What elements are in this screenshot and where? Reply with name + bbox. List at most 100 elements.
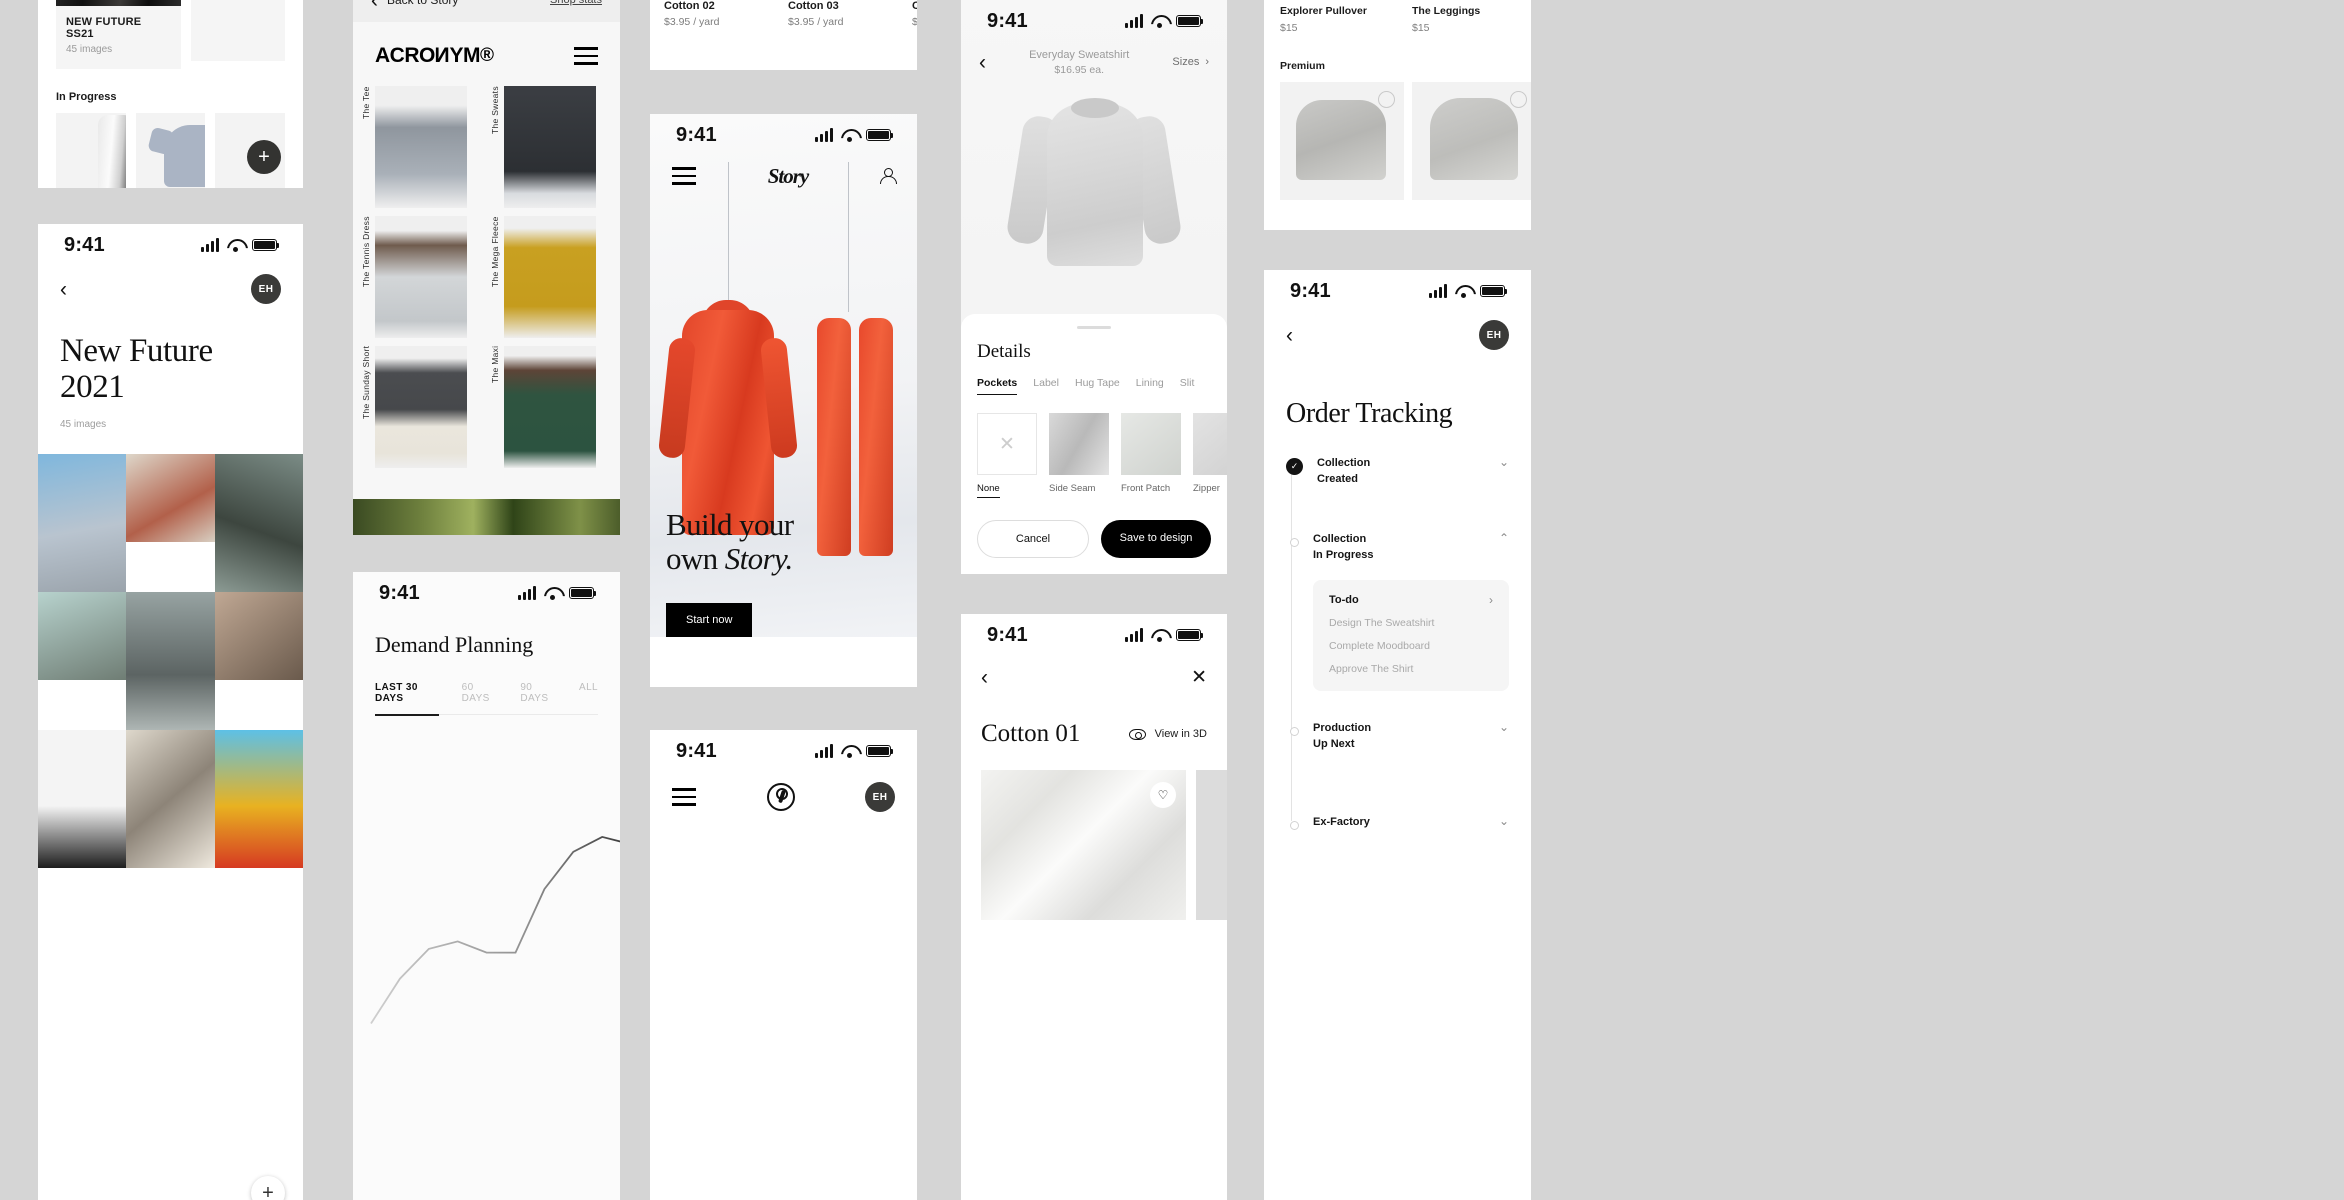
chevron-right-icon[interactable]: › <box>1489 594 1493 606</box>
start-now-button[interactable]: Start now <box>666 603 753 637</box>
tab-all[interactable]: ALL <box>579 682 598 714</box>
fabric-card[interactable]: Cotton 03 $3.95 / yard <box>788 0 898 28</box>
add-item-fab[interactable]: + <box>247 140 281 174</box>
product-label: The Sunday Short <box>361 346 371 420</box>
select-circle-icon[interactable] <box>1378 91 1395 108</box>
cotton-header: Cotton 01 View in 3D <box>961 698 1227 748</box>
step-status: Up Next <box>1313 737 1355 750</box>
catalog-card[interactable]: Explorer Pullover $15 <box>1280 0 1404 34</box>
account-icon[interactable] <box>879 168 897 184</box>
step-pending-icon <box>1290 726 1299 736</box>
moodboard-photo[interactable] <box>214 592 303 681</box>
todo-card[interactable]: To-do › Design The Sweatshirt Complete M… <box>1313 579 1509 691</box>
avatar[interactable]: EH <box>865 782 895 812</box>
chevron-down-icon[interactable]: ⌄ <box>1499 815 1509 827</box>
back-icon[interactable]: ‹ <box>1286 325 1293 346</box>
tab-hug-tape[interactable]: Hug Tape <box>1075 377 1120 395</box>
catalog-card[interactable]: The Leggings $15 <box>1412 0 1531 34</box>
view-in-3d-button[interactable]: View in 3D <box>1128 728 1207 740</box>
todo-item[interactable]: Approve The Shirt <box>1329 663 1493 675</box>
product-cell[interactable]: The Sunday Short <box>361 346 482 468</box>
status-time: 9:41 <box>1290 279 1331 302</box>
fabric-photo[interactable]: ♡ <box>981 770 1186 920</box>
order-step-collection-in-progress[interactable]: Collection In Progress ⌃ To-do › Design … <box>1286 532 1509 691</box>
cancel-button[interactable]: Cancel <box>977 520 1089 558</box>
product-tile-tee[interactable] <box>135 113 206 188</box>
new-board-button[interactable]: + New board <box>191 0 285 61</box>
tab-90-days[interactable]: 90 DAYS <box>520 682 559 714</box>
status-bar: 9:41 <box>353 572 620 614</box>
select-circle-icon[interactable] <box>1510 91 1527 108</box>
back-icon[interactable]: ‹ <box>60 279 67 300</box>
cellular-icon <box>815 128 833 142</box>
fabric-card[interactable]: Cotton 02 $3.95 / yard <box>664 0 774 28</box>
product-cell[interactable]: The Tennis Dress <box>361 216 482 338</box>
option-side-seam[interactable]: Side Seam <box>1049 413 1109 498</box>
order-step-production[interactable]: Production Up Next ⌄ <box>1286 721 1509 753</box>
wifi-icon <box>1151 629 1168 642</box>
hamburger-menu-icon[interactable] <box>574 47 598 65</box>
premium-card[interactable] <box>1412 82 1531 200</box>
headline-line2a: own <box>666 541 725 577</box>
save-to-design-button[interactable]: Save to design <box>1101 520 1211 558</box>
product-tile-leggings[interactable] <box>56 113 126 188</box>
order-steps: ✓ Collection Created ⌄ Collection In Pro… <box>1264 430 1531 831</box>
hamburger-menu-icon[interactable] <box>672 788 696 806</box>
product-cell[interactable]: The Tee <box>361 86 482 208</box>
order-step-collection-created[interactable]: ✓ Collection Created ⌄ <box>1286 456 1509 488</box>
board-title: NEW FUTURE SS21 <box>66 16 142 40</box>
option-none[interactable]: ✕ None <box>977 413 1037 498</box>
story-mark-icon[interactable] <box>766 783 795 811</box>
tab-lining[interactable]: Lining <box>1136 377 1164 395</box>
sizes-button[interactable]: Sizes › <box>1172 56 1209 68</box>
option-front-patch[interactable]: Front Patch <box>1121 413 1181 498</box>
wifi-icon <box>227 239 244 252</box>
moodboard-photo[interactable] <box>38 592 127 681</box>
moodboard-photo[interactable] <box>126 730 215 869</box>
tab-pockets[interactable]: Pockets <box>977 377 1018 395</box>
back-to-story-button[interactable]: ‹ Back to Story <box>371 0 458 11</box>
moodboard-photo[interactable] <box>214 454 303 593</box>
moodboard-photo[interactable] <box>126 454 215 543</box>
heart-icon[interactable]: ♡ <box>1150 782 1176 808</box>
tab-last-30-days[interactable]: LAST 30 DAYS <box>375 682 442 714</box>
chevron-down-icon[interactable]: ⌄ <box>1499 456 1509 468</box>
fabric-card[interactable]: Cotton 04 $3.95 <box>912 0 917 28</box>
order-step-ex-factory[interactable]: Ex-Factory ⌄ <box>1286 815 1509 831</box>
board-subtitle: 45 images <box>66 44 113 55</box>
product-cell[interactable]: The Maxi <box>490 346 611 468</box>
hero-bottom-bar <box>650 637 917 687</box>
moodboard-photo[interactable] <box>126 592 215 731</box>
premium-card[interactable] <box>1280 82 1404 200</box>
shop-stats-link[interactable]: Shop stats <box>550 0 602 6</box>
avatar[interactable]: EH <box>1479 320 1509 350</box>
back-icon[interactable]: ‹ <box>981 667 988 688</box>
close-icon[interactable]: ✕ <box>1191 668 1207 687</box>
hamburger-menu-icon[interactable] <box>672 167 696 185</box>
product-cell[interactable]: The Sweats <box>490 86 611 208</box>
add-image-fab[interactable]: + <box>251 1176 285 1200</box>
moodboard-photo[interactable] <box>38 454 127 593</box>
battery-icon <box>569 587 597 599</box>
avatar[interactable]: EH <box>251 274 281 304</box>
sheet-grabber[interactable] <box>1077 326 1111 329</box>
todo-item[interactable]: Design The Sweatshirt <box>1329 617 1493 629</box>
red-pants-image[interactable] <box>817 318 893 556</box>
moodboard-photo[interactable] <box>214 730 303 869</box>
cellular-icon <box>1125 14 1143 28</box>
chevron-down-icon[interactable]: ⌄ <box>1499 721 1509 733</box>
sweatshirt-3d-image[interactable] <box>1005 88 1183 266</box>
moodboard-photo[interactable] <box>38 730 127 869</box>
chevron-up-icon[interactable]: ⌃ <box>1499 532 1509 544</box>
fabric-photo[interactable] <box>1196 770 1227 920</box>
back-icon[interactable]: ‹ <box>979 52 986 73</box>
tab-label[interactable]: Label <box>1033 377 1059 395</box>
board-card[interactable]: NEW FUTURE SS21 45 images <box>56 0 181 69</box>
option-zipper[interactable]: Zipper <box>1193 413 1227 498</box>
product-cell[interactable]: The Mega Fleece <box>490 216 611 338</box>
red-jacket-image[interactable] <box>682 310 774 535</box>
tab-60-days[interactable]: 60 DAYS <box>462 682 501 714</box>
moodboard-grid <box>38 454 303 869</box>
todo-item[interactable]: Complete Moodboard <box>1329 640 1493 652</box>
tab-slit[interactable]: Slit <box>1180 377 1195 395</box>
